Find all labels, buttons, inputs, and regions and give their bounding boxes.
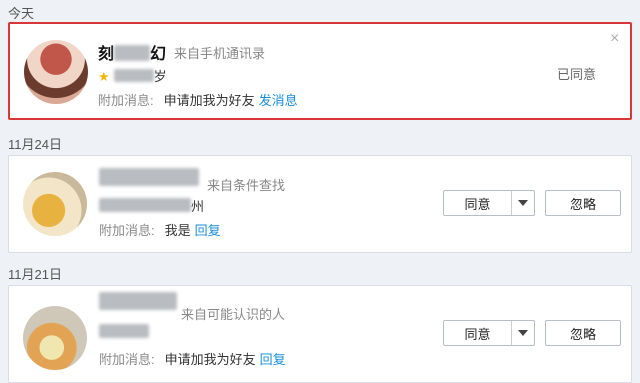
friend-request-card[interactable]: 来自可能认识的人 附加消息: 申请加我为好友 回复 同意 忽略 (8, 285, 632, 383)
date-header-nov21: 11月21日 (8, 267, 62, 282)
close-icon[interactable]: × (610, 30, 619, 48)
send-message-link[interactable]: 发消息 (259, 93, 298, 108)
accept-button[interactable]: 同意 (443, 190, 535, 216)
status-accepted: 已同意 (557, 67, 597, 82)
profile-info: 州 (99, 196, 204, 215)
accept-dropdown[interactable] (512, 191, 534, 215)
blurred-name (114, 45, 151, 61)
location-suffix: 州 (191, 199, 205, 214)
blurred-info (113, 69, 154, 82)
extra-message-label: 附加消息: (99, 352, 155, 367)
extra-message-label: 附加消息: (98, 93, 154, 108)
blurred-name (99, 292, 177, 310)
name-part: 幻 (150, 46, 167, 63)
chevron-down-icon (518, 200, 528, 206)
extra-message-label: 附加消息: (99, 223, 155, 238)
name-part: 刻 (98, 46, 115, 63)
date-header-nov24: 11月24日 (8, 137, 62, 152)
extra-message: 附加消息: 申请加我为好友 回复 (99, 349, 286, 368)
request-source: 来自手机通讯录 (174, 46, 266, 61)
reply-link[interactable]: 回复 (195, 223, 221, 238)
requester-name[interactable] (99, 168, 199, 191)
star-icon: ★ (98, 69, 110, 84)
ignore-button[interactable]: 忽略 (545, 320, 621, 346)
accept-dropdown[interactable] (512, 321, 534, 345)
reply-link[interactable]: 回复 (260, 352, 286, 367)
ignore-button[interactable]: 忽略 (545, 190, 621, 216)
blurred-name (99, 168, 199, 186)
blurred-info (99, 324, 149, 338)
accept-label[interactable]: 同意 (444, 321, 512, 345)
avatar[interactable] (23, 306, 87, 370)
request-source: 来自可能认识的人 (181, 307, 286, 322)
avatar[interactable] (24, 40, 88, 104)
friend-request-card[interactable]: 刻幻 来自手机通讯录 ★ 岁 附加消息: 申请加我为好友 发消息 已同意 × (8, 22, 632, 120)
extra-message: 附加消息: 申请加我为好友 发消息 (98, 90, 298, 109)
accept-button[interactable]: 同意 (443, 320, 535, 346)
age-suffix: 岁 (153, 69, 167, 84)
friend-request-card[interactable]: 来自条件查找 州 附加消息: 我是 回复 同意 忽略 (8, 155, 632, 253)
profile-info: ★ 岁 (98, 66, 167, 85)
blurred-info (99, 198, 191, 212)
date-header-today: 今天 (8, 6, 35, 21)
extra-message-text: 申请加我为好友 (163, 93, 255, 108)
extra-message: 附加消息: 我是 回复 (99, 220, 221, 239)
avatar[interactable] (23, 172, 87, 236)
chevron-down-icon (518, 330, 528, 336)
accept-label[interactable]: 同意 (444, 191, 512, 215)
request-source: 来自条件查找 (207, 178, 286, 193)
extra-message-text: 申请加我为好友 (164, 352, 256, 367)
requester-name[interactable] (99, 292, 177, 315)
extra-message-text: 我是 (164, 223, 191, 238)
profile-info (99, 324, 149, 341)
requester-name[interactable]: 刻幻 (98, 40, 166, 64)
